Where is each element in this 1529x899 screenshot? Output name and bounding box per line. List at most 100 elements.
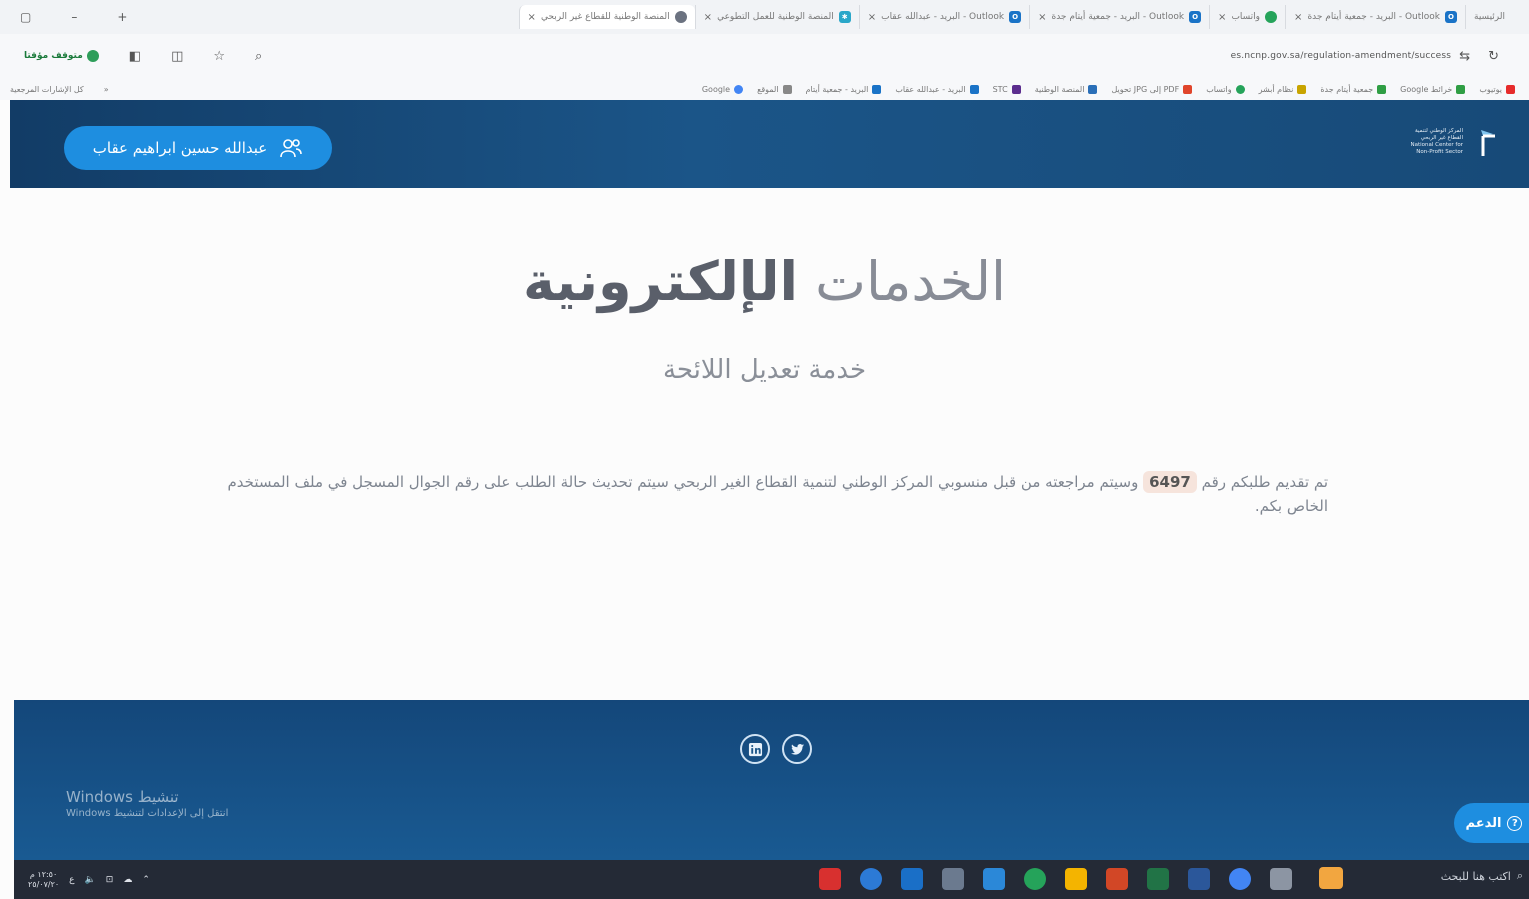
browser-tab[interactable]: الرئيسية — [1465, 5, 1513, 29]
clock-date: ٢٥/٠٧/٢٠ — [28, 879, 60, 889]
user-menu-button[interactable]: عبدالله حسين ابراهيم عقاب — [64, 126, 332, 170]
acrobat-icon[interactable] — [819, 868, 841, 890]
browser-tab[interactable]: O البريد - جمعية أيتام جدة - Outlook × — [1285, 5, 1465, 29]
social-links — [740, 734, 812, 764]
bookmark[interactable]: جمعية أيتام جدة — [1320, 84, 1387, 94]
logo-line: المركز الوطني لتنمية — [1414, 128, 1463, 134]
browser-tab[interactable]: ✱ المنصة الوطنية للعمل التطوعي × — [694, 5, 859, 29]
screen: الرئيسية O البريد - جمعية أيتام جدة - Out… — [0, 0, 1529, 899]
close-icon[interactable]: × — [1218, 12, 1226, 23]
bookmark[interactable]: نظام أبشر — [1259, 84, 1307, 94]
whatsapp-icon[interactable] — [1024, 868, 1046, 890]
mail-icon[interactable] — [983, 868, 1005, 890]
site-icon — [1088, 84, 1098, 94]
tab-label: الرئيسية — [1474, 12, 1505, 22]
outlook-icon: O — [1445, 11, 1457, 23]
bookmark-label: البريد - عبدالله عقاب — [895, 84, 966, 94]
bookmark[interactable]: المنصة الوطنية — [1035, 84, 1098, 94]
site-header: عبدالله حسين ابراهيم عقاب المركز الوطني … — [10, 100, 1529, 188]
twitter-link[interactable] — [782, 734, 812, 764]
linkedin-link[interactable] — [740, 734, 770, 764]
close-icon[interactable]: × — [704, 12, 712, 23]
word-icon[interactable] — [1188, 868, 1210, 890]
address-bar: ↻ ⇆ es.ncnp.gov.sa/regulation-amendment/… — [0, 34, 1529, 78]
chevron-up-icon[interactable]: ⌃ — [142, 875, 150, 885]
tab-label: واتساب — [1231, 12, 1261, 22]
outlook-icon: O — [1189, 11, 1202, 23]
bookmark[interactable]: تحويل JPG إلى PDF — [1111, 84, 1193, 94]
support-button[interactable]: ? الدعم — [1454, 803, 1529, 843]
bookmark[interactable]: STC — [993, 84, 1021, 94]
close-icon[interactable]: × — [868, 12, 876, 23]
linkedin-icon — [748, 742, 762, 756]
onedrive-icon[interactable]: ☁ — [123, 875, 132, 885]
language-indicator[interactable]: ع — [69, 875, 74, 885]
pdf-icon — [1183, 84, 1193, 94]
users-icon — [280, 139, 303, 158]
bookmark[interactable]: واتساب — [1206, 84, 1245, 94]
reload-icon[interactable]: ↻ — [1488, 49, 1499, 64]
overflow-icon[interactable]: » — [104, 85, 109, 94]
bookmark-label: واتساب — [1206, 84, 1232, 94]
url-field[interactable]: es.ncnp.gov.sa/regulation-amendment/succ… — [1231, 51, 1452, 61]
close-icon[interactable]: × — [1038, 12, 1046, 23]
activation-title: تنشيط Windows — [66, 788, 179, 806]
bookmark[interactable]: البريد - عبدالله عقاب — [895, 84, 979, 94]
task-view-icon[interactable] — [1270, 868, 1292, 890]
browser-tab[interactable]: O البريد - عبدالله عقاب - Outlook × — [858, 5, 1029, 29]
new-tab-button[interactable]: + — [117, 10, 127, 24]
network-icon[interactable]: ⊡ — [106, 875, 114, 885]
taskbar-search[interactable]: ⌕ اكتب هنا للبحث — [1441, 869, 1523, 883]
search-icon: ⌕ — [1516, 869, 1523, 882]
logo-line: القطاع غير الربحي — [1420, 135, 1463, 141]
sidebar-icon[interactable]: ◧ — [129, 49, 141, 64]
maps-icon — [1456, 84, 1466, 94]
site-settings-icon[interactable]: ⇆ — [1459, 49, 1470, 64]
volume-icon[interactable]: 🔈 — [85, 875, 96, 885]
globe-icon — [674, 11, 687, 23]
bookmark-label: البريد - جمعية أيتام — [805, 84, 869, 94]
browser-tab[interactable]: O البريد - جمعية أيتام جدة - Outlook × — [1029, 5, 1209, 29]
excel-icon[interactable] — [1147, 868, 1169, 890]
stc-icon — [1011, 84, 1021, 94]
all-bookmarks-button[interactable]: كل الإشارات المرجعية — [10, 85, 84, 94]
zoom-icon[interactable]: ⌕ — [255, 49, 262, 64]
tab-label: البريد - عبدالله عقاب - Outlook — [881, 12, 1005, 22]
paused-label: متوقف مؤقتا — [24, 51, 83, 61]
message-before: تم تقديم طلبكم رقم — [1201, 473, 1328, 491]
ncnp-logo[interactable]: المركز الوطني لتنمية القطاع غير الربحي N… — [1403, 122, 1501, 162]
bookmark[interactable]: Google — [702, 84, 744, 94]
powerpoint-icon[interactable] — [1106, 868, 1128, 890]
bookmark[interactable]: Google خرائط — [1400, 84, 1466, 94]
chrome-icon[interactable] — [1229, 868, 1251, 890]
store-icon[interactable] — [1065, 868, 1087, 890]
minimize-icon[interactable]: – — [71, 10, 77, 24]
site-icon — [1377, 84, 1387, 94]
monitor-icon[interactable] — [942, 868, 964, 890]
bookmark-label: Google خرائط — [1400, 84, 1453, 94]
star-icon[interactable]: ☆ — [213, 49, 225, 64]
bookmarks-overflow: كل الإشارات المرجعية » — [10, 85, 109, 94]
bookmark[interactable]: البريد - جمعية أيتام — [805, 84, 882, 94]
chat-icon[interactable] — [860, 868, 882, 890]
close-icon[interactable]: × — [1294, 12, 1302, 23]
briefcase-icon[interactable] — [1319, 867, 1343, 889]
logo-line: National Center for — [1410, 142, 1464, 148]
outlook-icon — [969, 84, 979, 94]
profile-icon — [86, 50, 99, 62]
youtube-icon — [1506, 84, 1515, 94]
outlook-icon[interactable] — [901, 868, 923, 890]
restore-icon[interactable]: ▢ — [20, 10, 31, 24]
whatsapp-icon — [1265, 11, 1278, 23]
browser-tab[interactable]: واتساب × — [1209, 5, 1285, 29]
clock[interactable]: ١٢:٥٠ م ٢٥/٠٧/٢٠ — [28, 870, 59, 890]
extensions-icon[interactable]: ◫ — [171, 49, 183, 64]
star-logo-icon: ✱ — [838, 11, 851, 23]
search-placeholder: اكتب هنا للبحث — [1440, 869, 1511, 883]
bookmark[interactable]: الموقع — [757, 84, 792, 94]
profile-paused-button[interactable]: متوقف مؤقتا — [24, 50, 99, 62]
bookmark[interactable]: يوتيوب — [1479, 84, 1515, 94]
absher-icon — [1297, 84, 1307, 94]
close-icon[interactable]: × — [528, 12, 536, 23]
browser-tab-active[interactable]: المنصة الوطنية للقطاع غير الربحي × — [518, 5, 695, 29]
